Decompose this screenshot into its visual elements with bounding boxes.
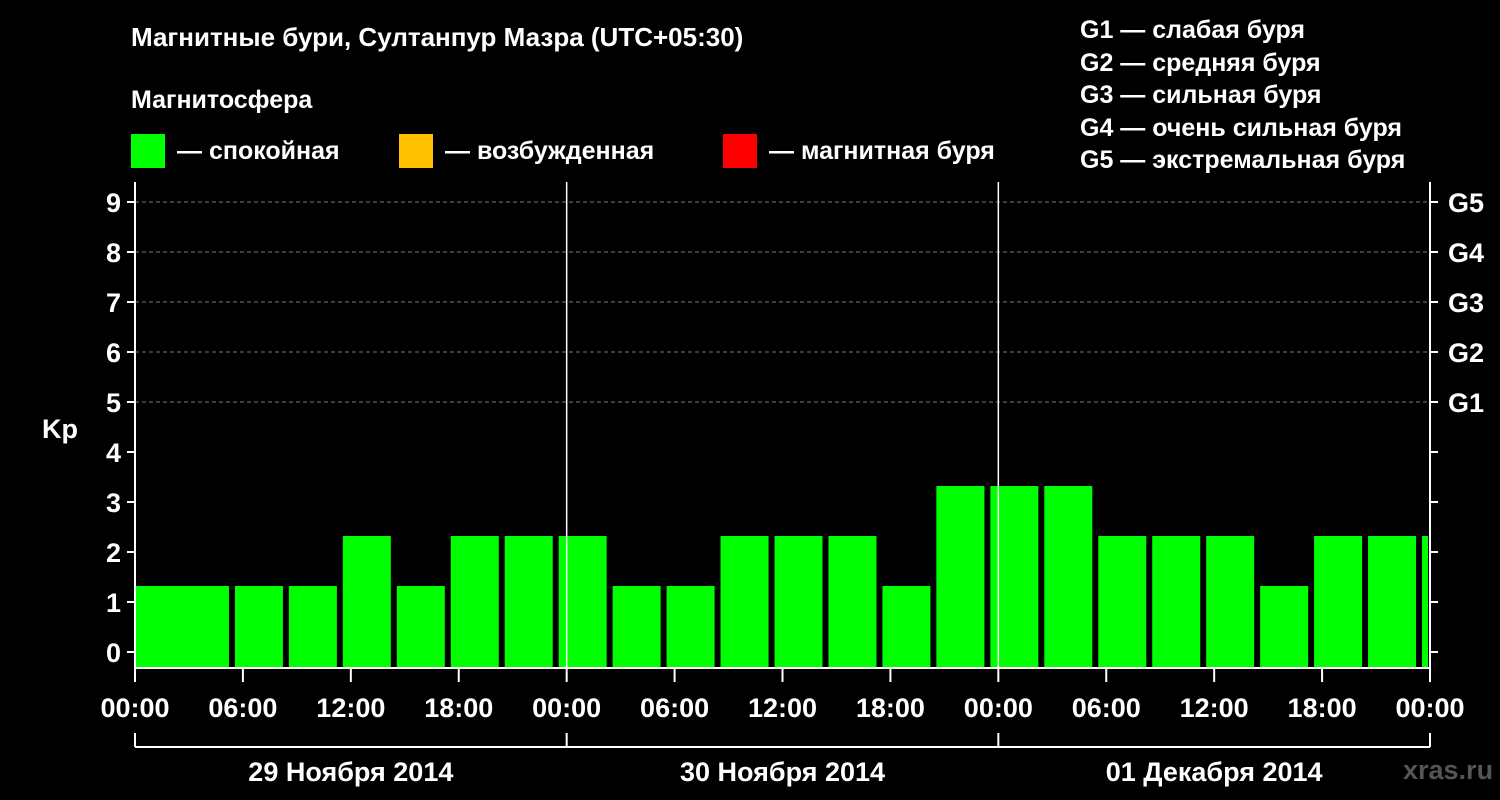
kp-bar [558, 536, 607, 668]
day-label: 29 Ноября 2014 [248, 757, 453, 787]
g-scale-label: G3 [1448, 288, 1484, 318]
kp-bar [234, 586, 283, 668]
x-tick-label: 00:00 [532, 693, 601, 723]
y-tick-label: 8 [106, 238, 121, 268]
x-tick-label: 12:00 [1180, 693, 1249, 723]
x-tick-label: 18:00 [424, 693, 493, 723]
x-tick-label: 12:00 [316, 693, 385, 723]
kp-bar [396, 586, 445, 668]
y-tick-label: 4 [106, 438, 121, 468]
x-tick-label: 00:00 [100, 693, 169, 723]
x-tick-label: 06:00 [640, 693, 709, 723]
kp-bar [936, 486, 985, 668]
kp-bar [774, 536, 823, 668]
y-tick-label: 6 [106, 338, 121, 368]
kp-bar [1152, 536, 1201, 668]
x-tick-label: 06:00 [1072, 693, 1141, 723]
x-tick-label: 12:00 [748, 693, 817, 723]
g-scale-label: G5 [1448, 188, 1484, 218]
day-label: 30 Ноября 2014 [680, 757, 885, 787]
kp-bar [612, 586, 661, 668]
y-tick-label: 7 [106, 288, 121, 318]
kp-bar [666, 586, 715, 668]
kp-bar [828, 536, 877, 668]
kp-bar [1044, 486, 1093, 668]
kp-bar [504, 536, 553, 668]
kp-bar [1098, 536, 1147, 668]
kp-bar [1368, 536, 1417, 668]
kp-bar [450, 536, 499, 668]
day-label: 01 Декабря 2014 [1106, 757, 1323, 787]
kp-bar [288, 586, 337, 668]
kp-bar [1260, 586, 1309, 668]
kp-bar [136, 586, 184, 668]
watermark: xras.ru [1403, 755, 1494, 785]
y-tick-label: 2 [106, 538, 121, 568]
kp-bar [1206, 536, 1255, 668]
g-scale-label: G4 [1448, 238, 1484, 268]
kp-bar [342, 536, 391, 668]
g-scale-label: G1 [1448, 388, 1484, 418]
y-tick-label: 5 [106, 388, 121, 418]
g-scale-label: G2 [1448, 338, 1484, 368]
x-tick-label: 00:00 [964, 693, 1033, 723]
x-tick-label: 18:00 [1288, 693, 1357, 723]
kp-bar [720, 536, 769, 668]
kp-bar [1314, 536, 1363, 668]
kp-bar [180, 586, 229, 668]
kp-bar [882, 586, 931, 668]
y-tick-label: 3 [106, 488, 121, 518]
y-axis-label: Kp [42, 414, 78, 444]
x-tick-label: 06:00 [208, 693, 277, 723]
y-tick-label: 9 [106, 188, 121, 218]
x-tick-label: 00:00 [1395, 693, 1464, 723]
x-tick-label: 18:00 [856, 693, 925, 723]
y-tick-label: 1 [106, 588, 121, 618]
kp-bar [990, 486, 1039, 668]
kp-chart: 0 1 2 3 4 5 6 7 8 9 G1 G2 G3 G4 G5 Kp 00:00 06:00 12:00 18:… [42, 182, 1484, 787]
kp-bar [1422, 536, 1428, 668]
y-tick-label: 0 [106, 638, 121, 668]
